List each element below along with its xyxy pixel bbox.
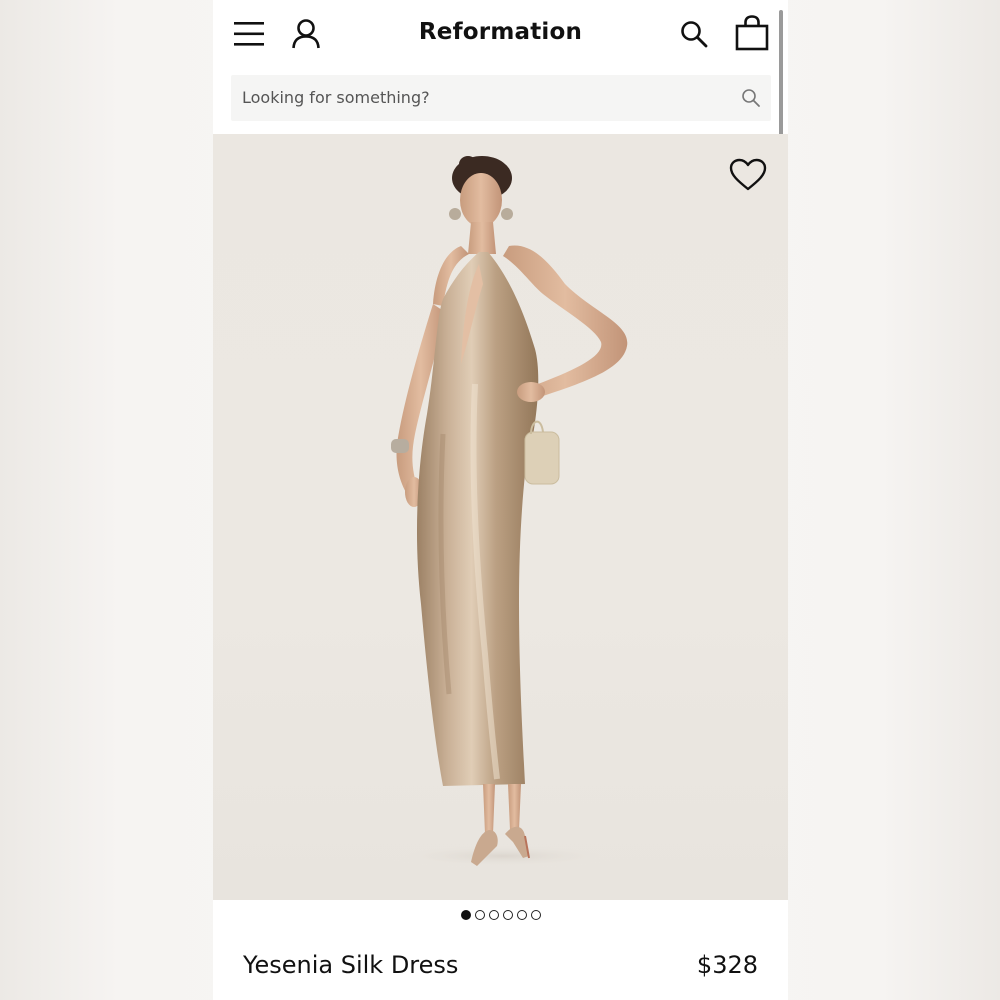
carousel-dot[interactable] bbox=[488, 910, 499, 920]
product-image[interactable] bbox=[213, 134, 788, 900]
search-placeholder: Looking for something? bbox=[242, 88, 430, 107]
search-button[interactable] bbox=[679, 18, 709, 50]
search-input[interactable]: Looking for something? bbox=[231, 75, 771, 121]
product-price: $328 bbox=[696, 951, 758, 979]
shopping-bag-icon bbox=[735, 15, 769, 51]
heart-icon bbox=[729, 158, 767, 191]
image-carousel-dots bbox=[213, 910, 788, 926]
mobile-page: Reformation Looking for something? Yesen… bbox=[213, 0, 788, 1000]
wishlist-button[interactable] bbox=[729, 158, 767, 194]
model-in-dress-image bbox=[383, 156, 628, 868]
site-header: Reformation bbox=[213, 0, 788, 72]
carousel-dot[interactable] bbox=[502, 910, 513, 920]
shopping-bag-button[interactable] bbox=[734, 14, 770, 52]
product-name[interactable]: Yesenia Silk Dress bbox=[243, 951, 458, 979]
carousel-dot[interactable] bbox=[460, 910, 471, 920]
search-field-icon bbox=[742, 89, 760, 107]
carousel-dot[interactable] bbox=[530, 910, 541, 920]
carousel-dot[interactable] bbox=[516, 910, 527, 920]
carousel-dot[interactable] bbox=[474, 910, 485, 920]
search-icon bbox=[681, 21, 708, 48]
